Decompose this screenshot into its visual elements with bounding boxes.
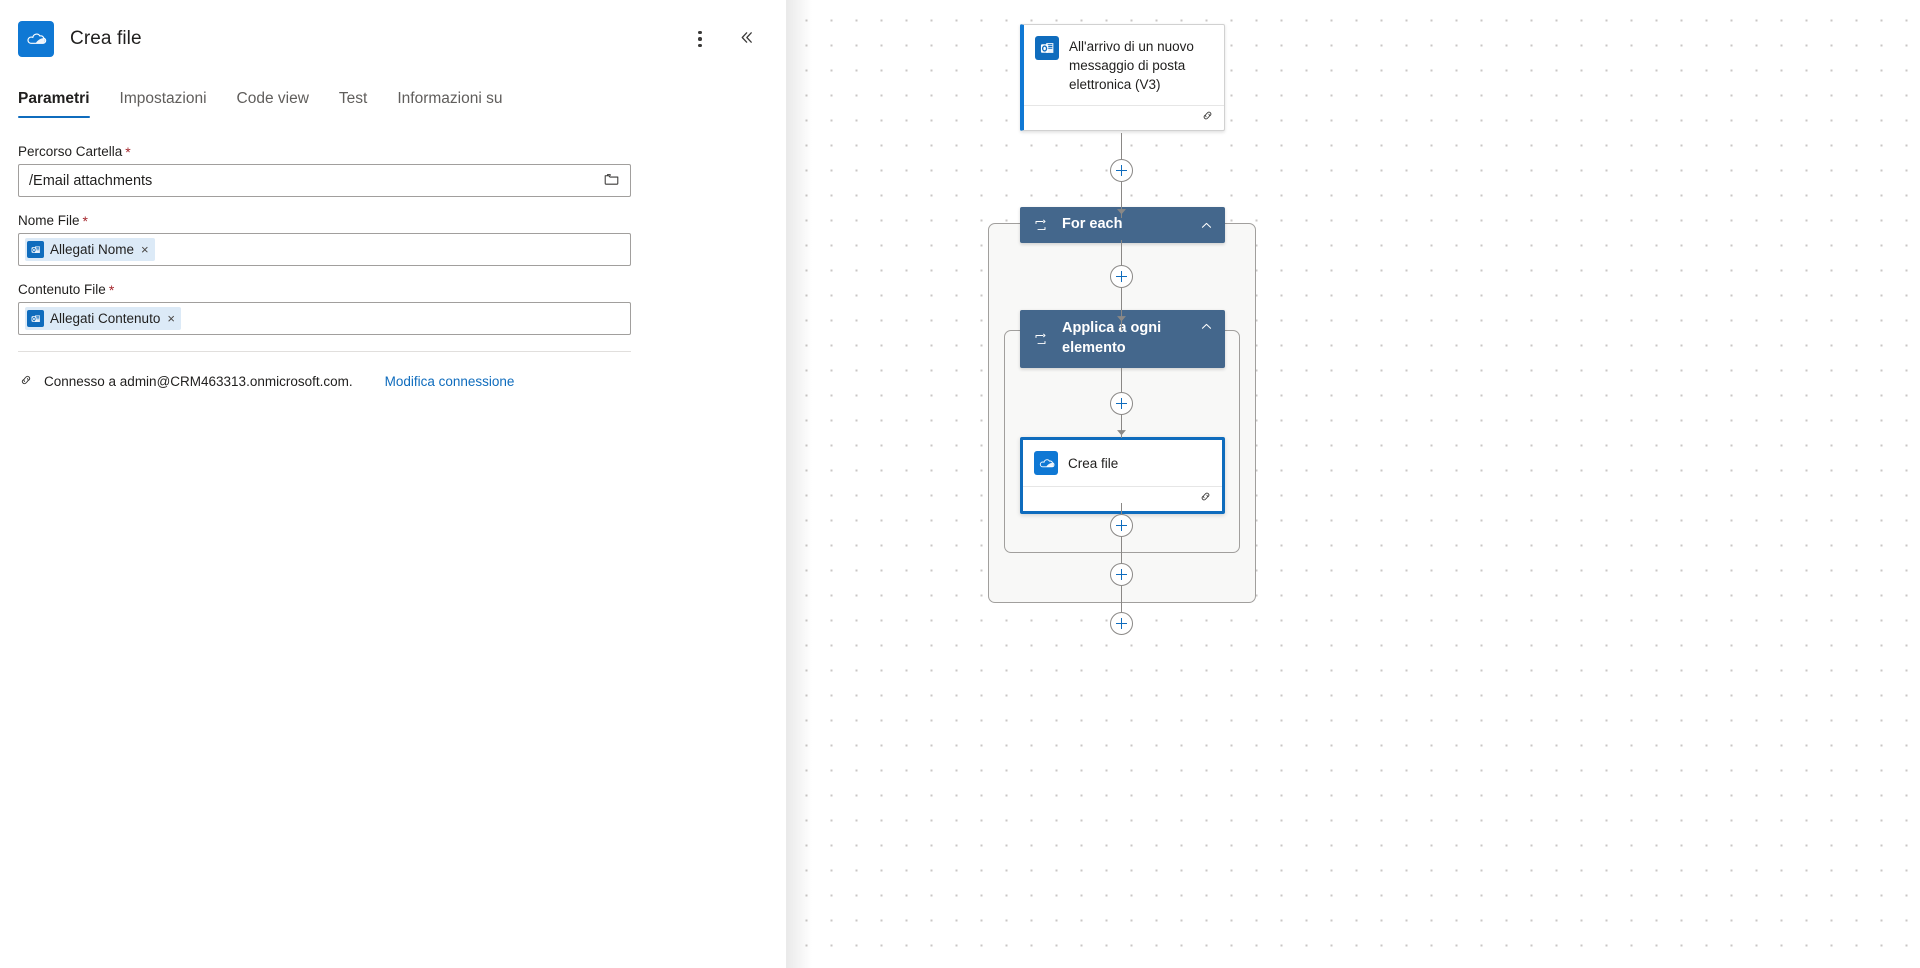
folder-path-value: /Email attachments [29,172,153,189]
connection-status-text: Connesso a admin@CRM463313.onmicrosoft.c… [44,374,353,389]
add-step-in-foreach-top[interactable] [1110,265,1133,288]
tab-impostazioni[interactable]: Impostazioni [120,90,221,118]
arrowhead-to-foreach [1115,203,1128,221]
dynamic-content-token[interactable]: Allegati Nome × [25,238,155,261]
outlook-icon [27,310,44,327]
edge-apply-bottom [1121,536,1123,564]
trigger-title: All'arrivo di un nuovo messaggio di post… [1069,39,1194,93]
add-step-in-apply-bottom[interactable] [1110,514,1133,537]
dynamic-content-token[interactable]: Allegati Contenuto × [25,307,181,330]
scope-title: For each [1062,216,1123,233]
tab-code-view[interactable]: Code view [237,90,323,118]
add-step-in-foreach-bottom[interactable] [1110,563,1133,586]
scope-title: Applica a ogni elemento [1062,320,1162,356]
chevron-up-icon[interactable] [1199,319,1214,334]
link-icon [18,372,34,391]
trigger-card[interactable]: All'arrivo di un nuovo messaggio di post… [1020,24,1225,132]
node-trigger[interactable]: All'arrivo di un nuovo messaggio di post… [1020,24,1225,132]
remove-token-button[interactable]: × [140,243,149,256]
tab-parametri[interactable]: Parametri [18,90,104,118]
field-label: Nome File * [18,213,766,228]
link-icon[interactable] [1200,108,1215,128]
more-options-button[interactable] [684,23,716,55]
tab-informazioni-su[interactable]: Informazioni su [397,90,516,118]
field-nome-file: Nome File * Allegati Nome × [18,213,766,266]
card-footer [1024,105,1224,130]
outlook-icon [27,241,44,258]
remove-token-button[interactable]: × [166,312,175,325]
change-connection-link[interactable]: Modifica connessione [385,374,515,389]
action-title: Crea file [1068,455,1119,471]
field-label-text: Percorso Cartella [18,144,123,159]
token-label: Allegati Nome [50,242,135,257]
required-asterisk: * [108,281,115,298]
field-label-text: Nome File [18,213,80,228]
required-asterisk: * [82,212,88,229]
required-asterisk: * [125,143,131,160]
onedrive-icon [18,21,54,57]
action-card-crea-file[interactable]: Crea file [1020,437,1225,514]
parameters-form: Percorso Cartella * /Email attachments N… [0,118,786,335]
add-step-in-apply-top[interactable] [1110,392,1133,415]
connection-status-row: Connesso a admin@CRM463313.onmicrosoft.c… [0,352,786,391]
kebab-icon [698,30,702,48]
node-crea-file[interactable]: Crea file [1020,437,1225,514]
link-icon[interactable] [1198,489,1213,509]
card-body: Crea file [1023,440,1222,486]
field-label: Percorso Cartella * [18,144,766,159]
file-content-input[interactable]: Allegati Contenuto × [18,302,631,335]
panel-tabs: Parametri Impostazioni Code view Test In… [0,62,786,118]
page-title: Crea file [70,28,142,49]
onedrive-icon [1034,451,1058,475]
arrowhead-to-apply [1115,310,1128,328]
foreach-icon [1033,218,1051,233]
card-footer [1023,486,1222,511]
flow-graph: All'arrivo di un nuovo messaggio di post… [786,0,1920,968]
browse-folder-button[interactable] [596,166,626,195]
folder-path-input[interactable]: /Email attachments [18,164,631,197]
action-details-panel: Crea file Parametri Impostazioni Code vi… [0,0,786,968]
foreach-icon [1033,332,1051,347]
tab-test[interactable]: Test [339,90,381,118]
field-percorso-cartella: Percorso Cartella * /Email attachments [18,144,766,197]
outlook-icon [1035,36,1059,60]
chevron-double-left-icon [738,29,755,49]
chevron-up-icon[interactable] [1199,218,1214,233]
arrowhead-to-crea-file [1115,424,1128,442]
flow-designer: Crea file Parametri Impostazioni Code vi… [0,0,1920,968]
collapse-panel-button[interactable] [730,23,762,55]
add-step-after-trigger[interactable] [1110,159,1133,182]
card-body: All'arrivo di un nuovo messaggio di post… [1024,25,1224,105]
flow-canvas[interactable]: All'arrivo di un nuovo messaggio di post… [786,0,1920,968]
token-label: Allegati Contenuto [50,311,161,326]
panel-header: Crea file [0,0,786,62]
field-contenuto-file: Contenuto File * Allegati Contenuto × [18,282,766,335]
add-step-after-foreach[interactable] [1110,612,1133,635]
field-label-text: Contenuto File [18,282,106,297]
file-name-input[interactable]: Allegati Nome × [18,233,631,266]
field-label: Contenuto File * [18,282,766,297]
edge-foreach-bottom [1121,586,1123,614]
panel-header-actions [684,23,766,55]
folder-icon [603,171,620,191]
